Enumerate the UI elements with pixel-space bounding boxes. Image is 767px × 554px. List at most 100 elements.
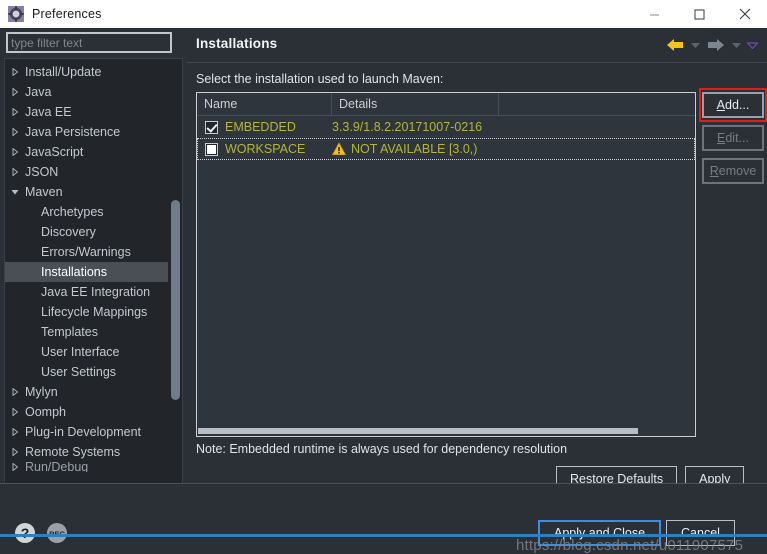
table-row[interactable]: WORKSPACE NOT AVAILABLE [3.0,) (197, 138, 695, 160)
sidebar-item-errors-warnings[interactable]: Errors/Warnings (5, 242, 168, 262)
sidebar-item-user-interface[interactable]: User Interface (5, 342, 168, 362)
forward-dropdown-chevron-down-icon[interactable] (730, 34, 743, 56)
twisty-collapsed-icon[interactable] (7, 108, 23, 116)
sidebar-item-java-persistence[interactable]: Java Persistence (5, 122, 168, 142)
preferences-dialog: Install/Update Java Java EE Java Persistenc… (0, 28, 767, 554)
close-icon[interactable] (722, 0, 767, 28)
window-controls (632, 0, 767, 28)
warning-triangle-icon (332, 142, 346, 156)
sidebar-item-label: Installations (41, 265, 108, 279)
sidebar-item-archetypes[interactable]: Archetypes (5, 202, 168, 222)
back-dropdown-chevron-down-icon[interactable] (689, 34, 702, 56)
sidebar-item-label: JavaScript (25, 145, 84, 159)
sidebar-item-label: Remote Systems (25, 445, 121, 459)
rec-recorder-icon[interactable]: REC (46, 522, 68, 544)
sidebar-item-label: Lifecycle Mappings (41, 305, 148, 319)
twisty-collapsed-icon[interactable] (7, 168, 23, 176)
preferences-tree[interactable]: Install/Update Java Java EE Java Persistenc… (4, 58, 183, 505)
sidebar-item-javascript[interactable]: JavaScript (5, 142, 168, 162)
button-label: Add... (716, 98, 750, 112)
twisty-collapsed-icon[interactable] (7, 88, 23, 96)
column-header-empty[interactable] (499, 93, 695, 115)
watermark-text: https://blog.csdn.net/u011907575 (516, 537, 744, 554)
installation-prompt: Select the installation used to launch M… (196, 72, 444, 86)
tree-vertical-scrollbar[interactable] (170, 60, 181, 503)
search-input[interactable] (6, 32, 172, 53)
sidebar-item-label: Mylyn (25, 385, 58, 399)
sidebar-item-label: Java (25, 85, 52, 99)
add-button[interactable]: Add... (702, 92, 764, 118)
sidebar-item-installations[interactable]: Installations (5, 262, 168, 282)
maximize-icon[interactable] (677, 0, 722, 28)
sidebar-item-plug-in-development[interactable]: Plug-in Development (5, 422, 168, 442)
sidebar-item-label: Install/Update (25, 65, 102, 79)
twisty-collapsed-icon[interactable] (7, 408, 23, 416)
installations-pane: Installations Select the installation us… (186, 28, 767, 491)
sidebar-item-label: User Interface (41, 345, 120, 359)
row-checkbox-cell[interactable] (197, 142, 225, 156)
cell-installation-details: NOT AVAILABLE [3.0,) (332, 142, 695, 156)
sidebar-item-label: Oomph (25, 405, 66, 419)
cell-installation-details: 3.3.9/1.8.2.20171007-0216 (332, 120, 695, 134)
cell-details-text: NOT AVAILABLE [3.0,) (351, 142, 478, 156)
sidebar-item-label: User Settings (41, 365, 117, 379)
sidebar-item-label: Errors/Warnings (41, 245, 131, 259)
column-header-name[interactable]: Name (197, 93, 332, 115)
pane-navigation (664, 34, 759, 56)
twisty-collapsed-icon[interactable] (7, 448, 23, 456)
checkbox-checked-icon[interactable] (204, 120, 218, 134)
table-body: EMBEDDED 3.3.9/1.8.2.20171007-0216 WORKSPA… (197, 116, 695, 160)
remove-button: Remove (702, 158, 764, 184)
sidebar-item-label: JSON (25, 165, 59, 179)
sidebar-item-label: Templates (41, 325, 98, 339)
checkbox-unchecked-icon[interactable] (204, 142, 218, 156)
tree-vertical-scrollbar-thumb[interactable] (171, 200, 180, 400)
forward-arrow-icon[interactable] (705, 34, 727, 56)
twisty-collapsed-icon[interactable] (7, 128, 23, 136)
twisty-collapsed-icon[interactable] (7, 148, 23, 156)
table-row[interactable]: EMBEDDED 3.3.9/1.8.2.20171007-0216 (197, 116, 695, 138)
twisty-collapsed-icon[interactable] (7, 463, 23, 471)
cell-installation-name: EMBEDDED (225, 120, 296, 134)
installations-table[interactable]: Name Details EMBEDDED 3.3.9/1.8.2.2017100… (196, 92, 696, 437)
column-header-details[interactable]: Details (332, 93, 499, 115)
view-menu-chevron-icon[interactable] (746, 34, 759, 56)
sidebar-item-oomph[interactable]: Oomph (5, 402, 168, 422)
cell-installation-name: WORKSPACE (225, 142, 306, 156)
tree-list: Install/Update Java Java EE Java Persistenc… (5, 62, 168, 472)
sidebar-item-discovery[interactable]: Discovery (5, 222, 168, 242)
filter-container (6, 32, 172, 53)
row-checkbox-cell[interactable] (197, 120, 225, 134)
twisty-collapsed-icon[interactable] (7, 68, 23, 76)
cell-details-text: 3.3.9/1.8.2.20171007-0216 (332, 120, 483, 134)
pane-header: Installations (186, 28, 767, 63)
table-horizontal-scrollbar[interactable] (198, 428, 694, 435)
sidebar-item-java[interactable]: Java (5, 82, 168, 102)
sidebar-item-mylyn[interactable]: Mylyn (5, 382, 168, 402)
table-action-buttons: Add... Edit... Remove (702, 92, 766, 191)
window-title-bar[interactable]: Preferences (0, 0, 767, 29)
dialog-footer: ? REC Apply and CloseCancel (0, 484, 767, 546)
sidebar-item-install-update[interactable]: Install/Update (5, 62, 168, 82)
sidebar-item-run-debug[interactable]: Run/Debug (5, 462, 168, 472)
back-arrow-icon[interactable] (664, 34, 686, 56)
sidebar-item-label: Maven (25, 185, 63, 199)
sidebar-item-json[interactable]: JSON (5, 162, 168, 182)
twisty-expanded-icon[interactable] (7, 188, 23, 196)
sidebar-item-label: Java Persistence (25, 125, 121, 139)
sidebar-item-user-settings[interactable]: User Settings (5, 362, 168, 382)
embedded-runtime-note: Note: Embedded runtime is always used fo… (196, 442, 568, 456)
sidebar-item-maven[interactable]: Maven (5, 182, 168, 202)
sidebar-item-label: Discovery (41, 225, 96, 239)
minimize-icon[interactable] (632, 0, 677, 28)
sidebar-item-remote-systems[interactable]: Remote Systems (5, 442, 168, 462)
twisty-collapsed-icon[interactable] (7, 428, 23, 436)
twisty-collapsed-icon[interactable] (7, 388, 23, 396)
sidebar-item-lifecycle-mappings[interactable]: Lifecycle Mappings (5, 302, 168, 322)
help-question-icon[interactable]: ? (14, 522, 36, 544)
sidebar-item-templates[interactable]: Templates (5, 322, 168, 342)
table-horizontal-scrollbar-thumb[interactable] (198, 428, 638, 434)
table-header-row: Name Details (197, 93, 695, 116)
sidebar-item-java-ee[interactable]: Java EE (5, 102, 168, 122)
sidebar-item-java-ee-integration[interactable]: Java EE Integration (5, 282, 168, 302)
